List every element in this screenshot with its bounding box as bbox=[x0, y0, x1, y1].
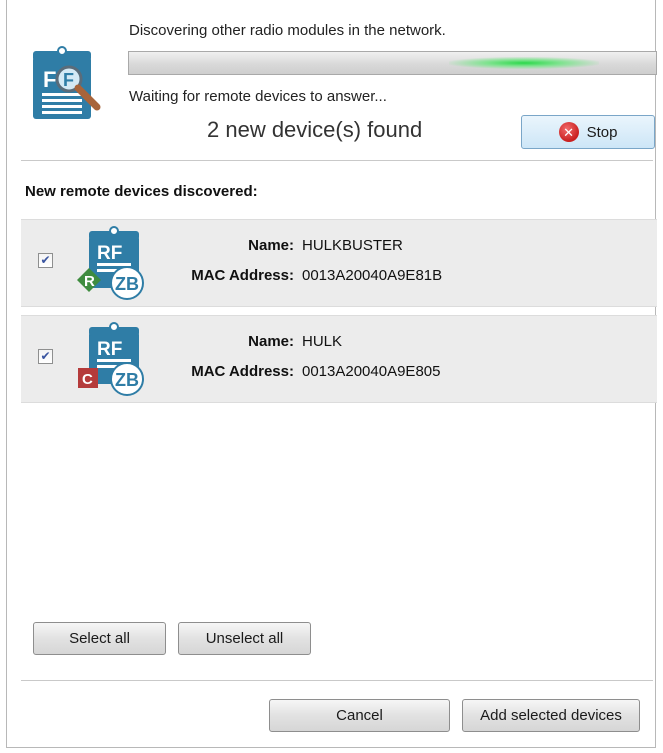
stop-icon: ✕ bbox=[558, 122, 579, 142]
discover-devices-dialog: F F Discovering other radio modules in t… bbox=[6, 0, 657, 748]
mac-address-label: MAC Address: bbox=[191, 267, 294, 284]
discovering-status-text: Discovering other radio modules in the n… bbox=[129, 22, 446, 39]
device-name: HULKBUSTER bbox=[302, 237, 403, 254]
coordinator-module-icon: RF C ZB bbox=[78, 322, 144, 396]
section-title: New remote devices discovered: bbox=[25, 183, 258, 200]
svg-text:RF: RF bbox=[97, 243, 122, 264]
devices-found-count: 2 new device(s) found bbox=[207, 117, 423, 142]
stop-button[interactable]: ✕ Stop bbox=[521, 115, 655, 149]
svg-text:RF: RF bbox=[97, 339, 122, 360]
waiting-status-text: Waiting for remote devices to answer... bbox=[129, 88, 387, 105]
svg-text:C: C bbox=[82, 371, 93, 388]
device-row[interactable]: ✔ RF C ZB Name: HULK MAC Address: 0013A2… bbox=[21, 315, 657, 403]
header-separator bbox=[21, 160, 653, 161]
mac-address-value: 0013A20040A9E805 bbox=[302, 363, 441, 380]
discovery-progress-bar bbox=[128, 51, 657, 75]
svg-text:ZB: ZB bbox=[115, 370, 139, 390]
svg-text:ZB: ZB bbox=[115, 274, 139, 294]
progress-indicator bbox=[449, 57, 599, 69]
stop-button-label: Stop bbox=[586, 123, 618, 141]
device-checkbox[interactable]: ✔ bbox=[38, 253, 53, 268]
add-selected-devices-button[interactable]: Add selected devices bbox=[462, 699, 640, 732]
router-module-icon: RF R ZB bbox=[77, 226, 144, 300]
footer-separator bbox=[21, 680, 653, 681]
cancel-button[interactable]: Cancel bbox=[269, 699, 450, 732]
svg-text:R: R bbox=[84, 273, 95, 290]
svg-text:F: F bbox=[43, 67, 56, 92]
discover-radio-icon: F F bbox=[33, 46, 101, 119]
device-name: HULK bbox=[302, 333, 343, 350]
mac-address-label: MAC Address: bbox=[191, 363, 294, 380]
unselect-all-button[interactable]: Unselect all bbox=[178, 622, 311, 655]
name-label: Name: bbox=[248, 333, 294, 350]
device-row[interactable]: ✔ RF R ZB Name: HULKBUSTER MAC Address: … bbox=[21, 219, 657, 307]
svg-text:F: F bbox=[63, 70, 74, 90]
name-label: Name: bbox=[248, 237, 294, 254]
device-checkbox[interactable]: ✔ bbox=[38, 349, 53, 364]
mac-address-value: 0013A20040A9E81B bbox=[302, 267, 443, 284]
select-all-button[interactable]: Select all bbox=[33, 622, 166, 655]
